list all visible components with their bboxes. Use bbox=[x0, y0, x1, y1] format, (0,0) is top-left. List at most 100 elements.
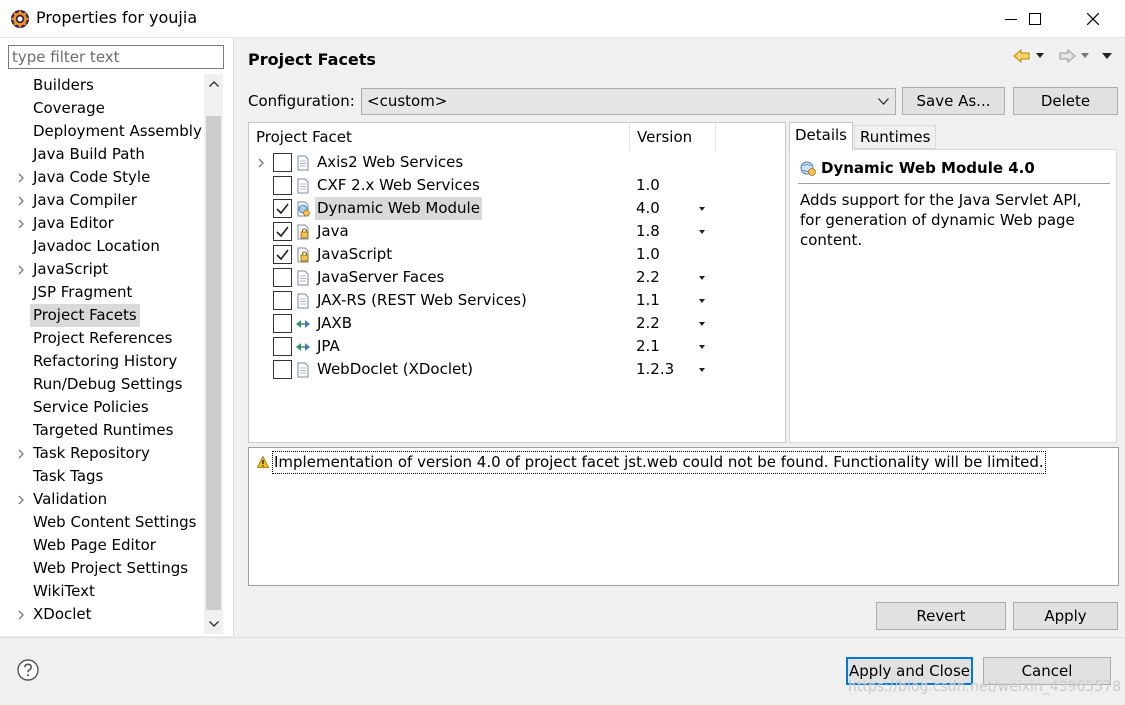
table-row[interactable]: CXF 2.x Web Services 1.0 bbox=[249, 174, 785, 197]
tree-item[interactable]: WikiText bbox=[0, 580, 204, 603]
chevron-right-icon[interactable] bbox=[16, 265, 26, 275]
forward-menu-icon[interactable] bbox=[1081, 53, 1089, 58]
document-icon bbox=[297, 362, 309, 378]
column-header-version[interactable]: Version bbox=[630, 123, 716, 151]
configuration-select[interactable]: <custom> bbox=[361, 88, 896, 115]
tree-item[interactable]: Refactoring History bbox=[0, 350, 204, 373]
close-button[interactable] bbox=[1070, 0, 1116, 38]
version-dropdown-icon[interactable] bbox=[699, 207, 705, 211]
tree-item[interactable]: Java Code Style bbox=[0, 166, 204, 189]
tree-item[interactable]: Java Editor bbox=[0, 212, 204, 235]
chevron-right-icon[interactable] bbox=[16, 449, 26, 459]
checkmark-icon bbox=[276, 226, 289, 238]
tree-item[interactable]: Service Policies bbox=[0, 396, 204, 419]
tree-item[interactable]: Javadoc Location bbox=[0, 235, 204, 258]
facet-checkbox[interactable] bbox=[273, 222, 292, 241]
tree-item[interactable]: Project References bbox=[0, 327, 204, 350]
tree-item[interactable]: Java Build Path bbox=[0, 143, 204, 166]
tree-item[interactable]: Coverage bbox=[0, 97, 204, 120]
facet-checkbox[interactable] bbox=[273, 268, 292, 287]
tree-item[interactable]: Deployment Assembly bbox=[0, 120, 204, 143]
facet-checkbox[interactable] bbox=[273, 199, 292, 218]
scroll-up-button[interactable] bbox=[204, 74, 223, 94]
save-as-button[interactable]: Save As... bbox=[902, 87, 1005, 115]
chevron-right-icon[interactable] bbox=[16, 610, 26, 620]
table-row[interactable]: JAX-RS (REST Web Services) 1.1 bbox=[249, 289, 785, 312]
tree-item[interactable]: Run/Debug Settings bbox=[0, 373, 204, 396]
checkmark-icon bbox=[276, 203, 289, 215]
facet-version[interactable]: 1.2.3 bbox=[636, 358, 674, 381]
maximize-button[interactable] bbox=[1012, 0, 1058, 38]
tree-item[interactable]: Java Compiler bbox=[0, 189, 204, 212]
version-dropdown-icon[interactable] bbox=[699, 368, 705, 372]
view-menu-icon[interactable] bbox=[1102, 53, 1112, 59]
tab-details[interactable]: Details bbox=[789, 122, 854, 150]
table-row[interactable]: WebDoclet (XDoclet) 1.2.3 bbox=[249, 358, 785, 381]
version-dropdown-icon[interactable] bbox=[699, 299, 705, 303]
back-arrow-icon[interactable] bbox=[1013, 49, 1031, 63]
scroll-thumb[interactable] bbox=[206, 116, 221, 610]
tree-item-label: Java Build Path bbox=[33, 145, 145, 163]
chevron-right-icon[interactable] bbox=[16, 196, 26, 206]
column-header-facet[interactable]: Project Facet bbox=[249, 123, 630, 151]
preference-nav-panel: Builders Coverage Deployment Assembly Java … bbox=[0, 38, 234, 636]
help-icon[interactable] bbox=[17, 659, 39, 681]
facet-checkbox[interactable] bbox=[273, 337, 292, 356]
tree-item[interactable]: Targeted Runtimes bbox=[0, 419, 204, 442]
facet-checkbox[interactable] bbox=[273, 176, 292, 195]
tree-item[interactable]: Validation bbox=[0, 488, 204, 511]
tree-item[interactable]: JavaScript bbox=[0, 258, 204, 281]
tree-item[interactable]: Web Page Editor bbox=[0, 534, 204, 557]
facet-version[interactable]: 2.1 bbox=[636, 335, 660, 358]
forward-arrow-icon[interactable] bbox=[1058, 49, 1076, 63]
facet-version[interactable]: 2.2 bbox=[636, 266, 660, 289]
version-dropdown-icon[interactable] bbox=[699, 345, 705, 349]
facet-checkbox[interactable] bbox=[273, 360, 292, 379]
scroll-down-button[interactable] bbox=[204, 614, 223, 634]
facet-name: Dynamic Web Module bbox=[315, 197, 482, 220]
tab-runtimes[interactable]: Runtimes bbox=[854, 125, 937, 149]
title-bar[interactable]: Properties for youjia bbox=[0, 0, 1125, 38]
table-row[interactable]: JAXB 2.2 bbox=[249, 312, 785, 335]
tree-item[interactable]: Project Facets bbox=[0, 304, 204, 327]
tree-item[interactable]: JSP Fragment bbox=[0, 281, 204, 304]
back-menu-icon[interactable] bbox=[1036, 53, 1044, 58]
version-dropdown-icon[interactable] bbox=[699, 322, 705, 326]
chevron-right-icon[interactable] bbox=[16, 219, 26, 229]
delete-button[interactable]: Delete bbox=[1013, 87, 1118, 115]
tree-item-label: Web Page Editor bbox=[33, 536, 156, 554]
tree-scrollbar[interactable] bbox=[204, 74, 223, 634]
version-dropdown-icon[interactable] bbox=[699, 230, 705, 234]
tree-item[interactable]: Task Repository bbox=[0, 442, 204, 465]
tree-item[interactable]: Builders bbox=[0, 74, 204, 97]
tree-item-label: Task Repository bbox=[33, 444, 150, 462]
tree-item[interactable]: Task Tags bbox=[0, 465, 204, 488]
table-row[interactable]: Java 1.8 bbox=[249, 220, 785, 243]
table-row[interactable]: JPA 2.1 bbox=[249, 335, 785, 358]
chevron-right-icon[interactable] bbox=[16, 173, 26, 183]
tree-item[interactable]: Web Project Settings bbox=[0, 557, 204, 580]
table-row[interactable]: JavaServer Faces 2.2 bbox=[249, 266, 785, 289]
facet-checkbox[interactable] bbox=[273, 245, 292, 264]
table-row[interactable]: JavaScript 1.0 bbox=[249, 243, 785, 266]
tree-item[interactable]: XDoclet bbox=[0, 603, 204, 626]
facet-version[interactable]: 2.2 bbox=[636, 312, 660, 335]
facet-version: 1.0 bbox=[636, 245, 660, 263]
facet-version[interactable]: 1.1 bbox=[636, 289, 660, 312]
chevron-right-icon[interactable] bbox=[16, 495, 26, 505]
table-row[interactable]: Axis2 Web Services bbox=[249, 151, 785, 174]
filter-input[interactable] bbox=[8, 45, 224, 69]
facet-checkbox[interactable] bbox=[273, 314, 292, 333]
facet-checkbox[interactable] bbox=[273, 153, 292, 172]
apply-button[interactable]: Apply bbox=[1013, 602, 1118, 630]
facet-version[interactable]: 4.0 bbox=[636, 197, 660, 220]
tree-item[interactable]: Web Content Settings bbox=[0, 511, 204, 534]
chevron-right-icon[interactable] bbox=[257, 158, 265, 168]
facet-version[interactable]: 1.8 bbox=[636, 220, 660, 243]
tree-item-label: Validation bbox=[33, 490, 108, 508]
version-dropdown-icon[interactable] bbox=[699, 276, 705, 280]
revert-button[interactable]: Revert bbox=[876, 602, 1006, 630]
table-row[interactable]: Dynamic Web Module 4.0 bbox=[249, 197, 785, 220]
facet-checkbox[interactable] bbox=[273, 291, 292, 310]
problem-message[interactable]: Implementation of version 4.0 of project… bbox=[272, 451, 1046, 474]
